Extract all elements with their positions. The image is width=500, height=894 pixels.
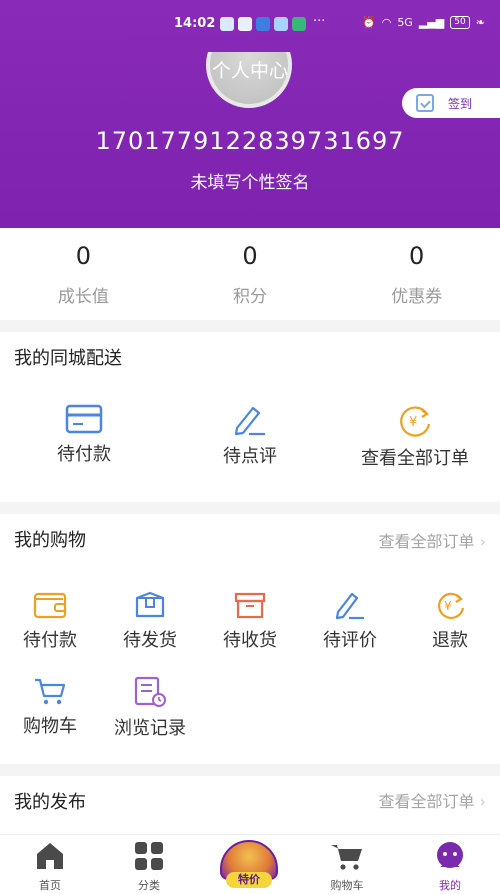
item-label: 待收货 — [223, 630, 277, 651]
signin-label: 签到 — [448, 96, 473, 111]
cart-icon — [331, 845, 362, 870]
profile-icon — [437, 842, 463, 868]
stat-value: 0 — [242, 242, 258, 270]
status-time: 14:02 — [174, 16, 216, 31]
card-icon — [65, 404, 103, 434]
stat-points[interactable]: 0 积分 — [167, 228, 334, 320]
box-icon — [135, 591, 165, 618]
item-label: 待付款 — [23, 630, 77, 651]
special-offer-label: 特价 — [226, 872, 272, 888]
shop-pending-receipt[interactable]: 待收货 — [210, 590, 290, 652]
shopping-view-all-link[interactable]: 查看全部订单 › — [378, 528, 486, 552]
item-label: 待点评 — [223, 446, 277, 467]
refund-icon: ¥ — [400, 406, 431, 437]
shop-pending-review[interactable]: 待评价 — [310, 590, 390, 652]
calendar-check-icon — [416, 94, 434, 112]
stat-label: 优惠券 — [391, 287, 443, 307]
wallet-icon — [33, 592, 67, 619]
svg-text:¥: ¥ — [444, 599, 452, 613]
app-notification-icon — [256, 17, 270, 31]
user-signature[interactable]: 未填写个性签名 — [0, 168, 500, 193]
shop-cart[interactable]: 购物车 — [10, 676, 90, 738]
chevron-right-icon: › — [479, 532, 486, 551]
signal-icon: ▂▄▆ — [418, 16, 445, 29]
item-label: 查看全部订单 — [361, 448, 469, 469]
tab-special-offer[interactable]: 特价 — [218, 840, 280, 890]
delivery-pending-payment[interactable]: 待付款 — [34, 404, 134, 466]
stat-value: 0 — [409, 242, 425, 270]
item-label: 待发货 — [123, 630, 177, 651]
wifi-icon: ◠ — [381, 16, 392, 29]
item-label: 退款 — [432, 630, 468, 651]
category-icon — [135, 842, 163, 870]
cart-icon — [35, 678, 66, 705]
package-icon — [234, 592, 266, 619]
battery-icon: 50 — [450, 16, 470, 29]
shop-refund[interactable]: ¥ 退款 — [410, 590, 490, 652]
delivery-pending-review[interactable]: 待点评 — [200, 404, 300, 468]
tab-home[interactable]: 首页 — [15, 835, 85, 893]
shop-pending-payment[interactable]: 待付款 — [10, 590, 90, 652]
shop-browse-history[interactable]: 浏览记录 — [104, 676, 196, 740]
view-all-label: 查看全部订单 — [378, 532, 475, 551]
delivery-title: 我的同城配送 — [14, 348, 122, 369]
stat-label: 积分 — [233, 287, 267, 307]
refund-icon: ¥ — [438, 592, 465, 619]
signal-label: 5G — [397, 16, 413, 29]
history-icon — [134, 676, 166, 707]
stat-growth[interactable]: 0 成长值 — [0, 228, 167, 320]
item-label: 待评价 — [323, 630, 377, 651]
svg-text:¥: ¥ — [409, 415, 417, 430]
shop-pending-shipment[interactable]: 待发货 — [110, 590, 190, 652]
home-icon — [37, 843, 63, 869]
tab-mine[interactable]: 我的 — [415, 835, 485, 893]
app-notification-icon — [220, 17, 234, 31]
cloud-notification-icon — [274, 17, 288, 31]
app-notification-icon — [292, 17, 306, 31]
tab-cart[interactable]: 购物车 — [312, 835, 382, 893]
user-id: 1701779122839731697 — [95, 127, 405, 155]
pen-icon — [234, 406, 265, 436]
chevron-right-icon: › — [479, 792, 486, 811]
publish-view-all-link[interactable]: 查看全部订单 › — [378, 788, 486, 812]
tab-label: 我的 — [439, 879, 461, 892]
notification-icons — [220, 17, 306, 31]
delivery-all-orders[interactable]: ¥ 查看全部订单 — [340, 404, 490, 470]
tab-label: 首页 — [39, 879, 61, 892]
alarm-icon: ⏰ — [362, 16, 376, 29]
tab-label: 分类 — [138, 879, 160, 892]
more-notifications-icon: ··· — [313, 14, 326, 29]
stat-value: 0 — [75, 242, 91, 270]
item-label: 浏览记录 — [114, 718, 186, 739]
shopping-section: 我的购物 查看全部订单 › 待付款 待发货 待收货 待评价 ¥ 退款 购物车 浏… — [0, 514, 500, 764]
page-title: 个人中心 — [211, 60, 288, 82]
pen-icon — [335, 592, 364, 620]
view-all-label: 查看全部订单 — [378, 792, 475, 811]
tab-category[interactable]: 分类 — [114, 835, 184, 893]
leaf-icon: ❧ — [475, 16, 485, 29]
item-label: 购物车 — [23, 716, 77, 737]
stats-bar: 0 成长值 0 积分 0 优惠券 — [0, 228, 500, 320]
publish-section: 我的发布 查看全部订单 › — [0, 776, 500, 834]
message-notification-icon — [238, 17, 252, 31]
signin-button[interactable]: 签到 — [402, 88, 500, 118]
tab-label: 购物车 — [330, 879, 364, 892]
status-bar: 14:02 ··· ⏰ ◠ 5G ▂▄▆ 50 ❧ — [0, 14, 500, 36]
stat-coupons[interactable]: 0 优惠券 — [333, 228, 500, 320]
shopping-title: 我的购物 — [14, 530, 86, 551]
item-label: 待付款 — [57, 444, 111, 465]
delivery-section: 我的同城配送 待付款 待点评 ¥ 查看全部订单 — [0, 332, 500, 502]
system-status-icons: ⏰ ◠ 5G ▂▄▆ 50 ❧ — [362, 16, 485, 29]
stat-label: 成长值 — [57, 287, 109, 307]
publish-title: 我的发布 — [14, 792, 86, 813]
profile-header: 14:02 ··· ⏰ ◠ 5G ▂▄▆ 50 ❧ 个人中心 签到 170177… — [0, 0, 500, 228]
